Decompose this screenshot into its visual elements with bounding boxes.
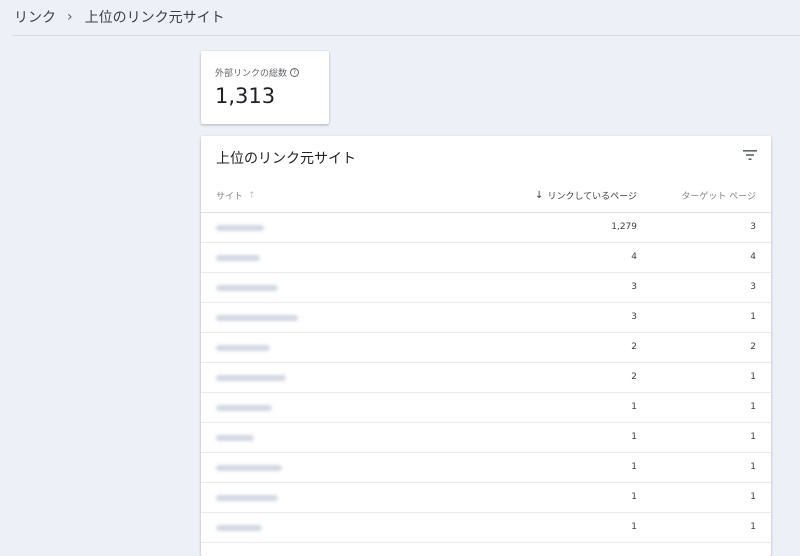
cell-site: [216, 403, 272, 412]
table-row[interactable]: 11: [201, 453, 771, 483]
column-header-site[interactable]: サイト ↑: [216, 189, 256, 203]
cell-linking-pages: 3: [631, 282, 637, 292]
cell-site: [216, 343, 270, 352]
column-header-linking-pages-label: リンクしているページ: [547, 192, 637, 202]
site-name-redacted: [216, 464, 282, 471]
table-body: 1,279 3 4 4 3 3 3 1 2 2 2 1 1 1 1 1 1 1 1 1 1 1: [201, 213, 771, 543]
cell-site: [216, 313, 298, 322]
cell-site: [216, 523, 262, 532]
site-name-redacted: [216, 374, 286, 381]
site-name-redacted: [216, 344, 270, 351]
cell-site: [216, 433, 254, 442]
column-header-site-label: サイト: [216, 192, 244, 202]
table-row[interactable]: 21: [201, 363, 771, 393]
site-name-redacted: [216, 314, 298, 321]
cell-target-pages: 4: [750, 252, 756, 262]
cell-linking-pages: 4: [631, 252, 637, 262]
table-row[interactable]: 44: [201, 243, 771, 273]
cell-target-pages: 1: [750, 402, 756, 412]
site-name-redacted: [216, 404, 272, 411]
cell-linking-pages: 1: [631, 462, 637, 472]
table-header: サイト ↑ ↓ リンクしているページ ターゲット ページ: [201, 182, 771, 213]
cell-linking-pages: 1,279: [611, 222, 637, 232]
chevron-right-icon: ›: [67, 9, 73, 25]
column-header-target-pages-label: ターゲット ページ: [681, 192, 756, 202]
cell-site: [216, 223, 264, 232]
cell-site: [216, 253, 260, 262]
cell-target-pages: 2: [750, 342, 756, 352]
cell-linking-pages: 1: [631, 522, 637, 532]
cell-linking-pages: 1: [631, 432, 637, 442]
stat-label: 外部リンクの総数: [215, 69, 288, 79]
cell-target-pages: 1: [750, 492, 756, 502]
column-header-linking-pages[interactable]: ↓ リンクしているページ: [535, 189, 637, 202]
table-row[interactable]: 31: [201, 303, 771, 333]
cell-target-pages: 3: [750, 222, 756, 232]
site-name-redacted: [216, 434, 254, 441]
cell-site: [216, 283, 278, 292]
table-row[interactable]: 22: [201, 333, 771, 363]
table-row[interactable]: 1,279 3: [201, 213, 771, 243]
header-divider: [12, 35, 800, 36]
cell-linking-pages: 1: [631, 402, 637, 412]
table-row[interactable]: 33: [201, 273, 771, 303]
table-row[interactable]: 11: [201, 393, 771, 423]
table-row[interactable]: 11: [201, 513, 771, 543]
cell-target-pages: 1: [750, 372, 756, 382]
site-name-redacted: [216, 494, 278, 501]
arrow-up-icon: ↑: [248, 190, 256, 201]
site-name-redacted: [216, 284, 278, 291]
top-linking-sites-table-card: 上位のリンク元サイト サイト ↑ ↓ リンクしているページ ターゲット ページ …: [201, 136, 771, 556]
cell-target-pages: 1: [750, 312, 756, 322]
column-header-target-pages[interactable]: ターゲット ページ: [681, 189, 756, 202]
cell-linking-pages: 1: [631, 492, 637, 502]
table-title: 上位のリンク元サイト: [216, 151, 356, 167]
site-name-redacted: [216, 224, 264, 231]
filter-icon[interactable]: [743, 149, 757, 161]
cell-site: [216, 463, 282, 472]
breadcrumb-item-top-linking-sites: 上位のリンク元サイト: [84, 10, 225, 26]
cell-linking-pages: 2: [631, 342, 637, 352]
breadcrumb: リンク › 上位のリンク元サイト: [14, 7, 225, 27]
cell-target-pages: 1: [750, 432, 756, 442]
total-external-links-card: 外部リンクの総数 ? 1,313: [201, 51, 329, 124]
arrow-down-icon: ↓: [535, 190, 544, 201]
breadcrumb-item-links[interactable]: リンク: [14, 7, 56, 27]
cell-target-pages: 1: [750, 462, 756, 472]
site-name-redacted: [216, 524, 262, 531]
table-row[interactable]: 11: [201, 423, 771, 453]
table-row[interactable]: 11: [201, 483, 771, 513]
stat-value: 1,313: [215, 84, 276, 108]
cell-target-pages: 3: [750, 282, 756, 292]
help-icon[interactable]: ?: [290, 68, 300, 77]
cell-linking-pages: 2: [631, 372, 637, 382]
cell-site: [216, 373, 286, 382]
site-name-redacted: [216, 254, 260, 261]
cell-linking-pages: 3: [631, 312, 637, 322]
cell-target-pages: 1: [750, 522, 756, 532]
cell-site: [216, 493, 278, 502]
stat-label-row: 外部リンクの総数 ?: [215, 66, 300, 79]
